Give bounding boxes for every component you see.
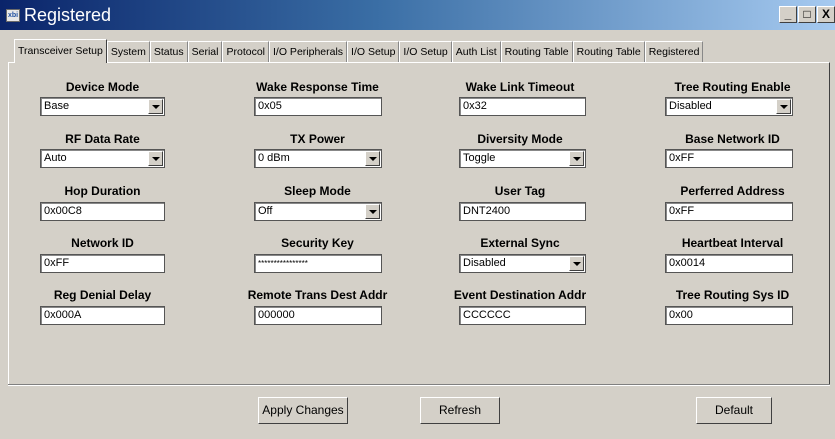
- window-title: Registered: [24, 5, 112, 25]
- security-key-label: Security Key: [281, 236, 354, 250]
- maximize-button[interactable]: □: [798, 6, 816, 23]
- wake-response-time-label: Wake Response Time: [256, 80, 379, 94]
- chevron-down-icon[interactable]: [569, 151, 584, 166]
- user-tag-field[interactable]: DNT2400: [459, 202, 586, 221]
- remote-trans-dest-addr-label: Remote Trans Dest Addr: [247, 288, 388, 302]
- close-button[interactable]: X: [817, 6, 835, 23]
- tree-routing-enable-value: Disabled: [669, 100, 712, 112]
- base-network-id-field[interactable]: 0xFF: [665, 149, 793, 168]
- tree-routing-sys-id-field[interactable]: 0x00: [665, 306, 793, 325]
- remote-trans-dest-addr-field[interactable]: 000000: [254, 306, 382, 325]
- apply-changes-button[interactable]: Apply Changes: [258, 397, 348, 424]
- tab-status[interactable]: Status: [149, 41, 188, 62]
- device-mode-label: Device Mode: [65, 80, 140, 94]
- tab-strip: Transceiver Setup System Status Serial P…: [14, 38, 704, 63]
- chevron-down-icon[interactable]: [569, 256, 584, 271]
- reg-denial-delay-label: Reg Denial Delay: [53, 288, 152, 302]
- perferred-address-field[interactable]: 0xFF: [665, 202, 793, 221]
- app-icon: xbi: [6, 9, 20, 22]
- event-destination-addr-field[interactable]: CCCCCC: [459, 306, 586, 325]
- tree-routing-enable-select[interactable]: Disabled: [665, 97, 793, 116]
- device-mode-value: Base: [44, 100, 70, 112]
- diversity-mode-label: Diversity Mode: [477, 132, 563, 146]
- external-sync-select[interactable]: Disabled: [459, 254, 586, 273]
- title-bar: xbi Registered _ □ X: [0, 0, 835, 30]
- tab-system[interactable]: System: [106, 41, 150, 62]
- diversity-mode-select[interactable]: Toggle: [459, 149, 586, 168]
- tab-protocol[interactable]: Protocol: [222, 41, 270, 62]
- chevron-down-icon[interactable]: [776, 99, 791, 114]
- security-key-field[interactable]: ****************: [254, 254, 382, 273]
- chevron-down-icon[interactable]: [148, 151, 163, 166]
- tx-power-value: 0 dBm: [258, 152, 290, 164]
- user-tag-label: User Tag: [494, 184, 546, 198]
- tab-routing-table-2[interactable]: Routing Table: [572, 41, 645, 62]
- diversity-mode-value: Toggle: [463, 152, 496, 164]
- perferred-address-label: Perferred Address: [680, 184, 785, 198]
- tab-routing-table[interactable]: Routing Table: [500, 41, 573, 62]
- hop-duration-label: Hop Duration: [64, 184, 141, 198]
- device-mode-select[interactable]: Base: [40, 97, 165, 116]
- tab-serial[interactable]: Serial: [187, 41, 223, 62]
- heartbeat-interval-field[interactable]: 0x0014: [665, 254, 793, 273]
- reg-denial-delay-field[interactable]: 0x000A: [40, 306, 165, 325]
- bottom-divider: [8, 384, 830, 386]
- external-sync-label: External Sync: [480, 236, 560, 250]
- tab-io-setup-2[interactable]: I/O Setup: [399, 41, 452, 62]
- external-sync-value: Disabled: [463, 257, 506, 269]
- tree-routing-enable-label: Tree Routing Enable: [674, 80, 791, 94]
- tab-io-setup[interactable]: I/O Setup: [347, 41, 400, 62]
- sleep-mode-label: Sleep Mode: [284, 184, 351, 198]
- rf-data-rate-value: Auto: [44, 152, 67, 164]
- base-network-id-label: Base Network ID: [685, 132, 780, 146]
- network-id-label: Network ID: [71, 236, 134, 250]
- rf-data-rate-label: RF Data Rate: [65, 132, 140, 146]
- sleep-mode-value: Off: [258, 205, 273, 217]
- heartbeat-interval-label: Heartbeat Interval: [681, 236, 784, 250]
- minimize-button[interactable]: _: [779, 6, 797, 23]
- sleep-mode-select[interactable]: Off: [254, 202, 382, 221]
- hop-duration-field[interactable]: 0x00C8: [40, 202, 165, 221]
- tx-power-select[interactable]: 0 dBm: [254, 149, 382, 168]
- chevron-down-icon[interactable]: [148, 99, 163, 114]
- network-id-field[interactable]: 0xFF: [40, 254, 165, 273]
- window-controls: _ □ X: [779, 6, 835, 23]
- tree-routing-sys-id-label: Tree Routing Sys ID: [675, 288, 790, 302]
- rf-data-rate-select[interactable]: Auto: [40, 149, 165, 168]
- tx-power-label: TX Power: [290, 132, 345, 146]
- tab-registered[interactable]: Registered: [644, 41, 704, 62]
- chevron-down-icon[interactable]: [365, 204, 380, 219]
- tab-auth-list[interactable]: Auth List: [451, 41, 501, 62]
- wake-response-time-field[interactable]: 0x05: [254, 97, 382, 116]
- wake-link-timeout-field[interactable]: 0x32: [459, 97, 586, 116]
- refresh-button[interactable]: Refresh: [420, 397, 500, 424]
- chevron-down-icon[interactable]: [365, 151, 380, 166]
- tab-transceiver-setup[interactable]: Transceiver Setup: [14, 39, 107, 63]
- default-button[interactable]: Default: [696, 397, 772, 424]
- tab-io-peripherals[interactable]: I/O Peripherals: [269, 41, 348, 62]
- wake-link-timeout-label: Wake Link Timeout: [465, 80, 575, 94]
- event-destination-addr-label: Event Destination Addr: [453, 288, 587, 302]
